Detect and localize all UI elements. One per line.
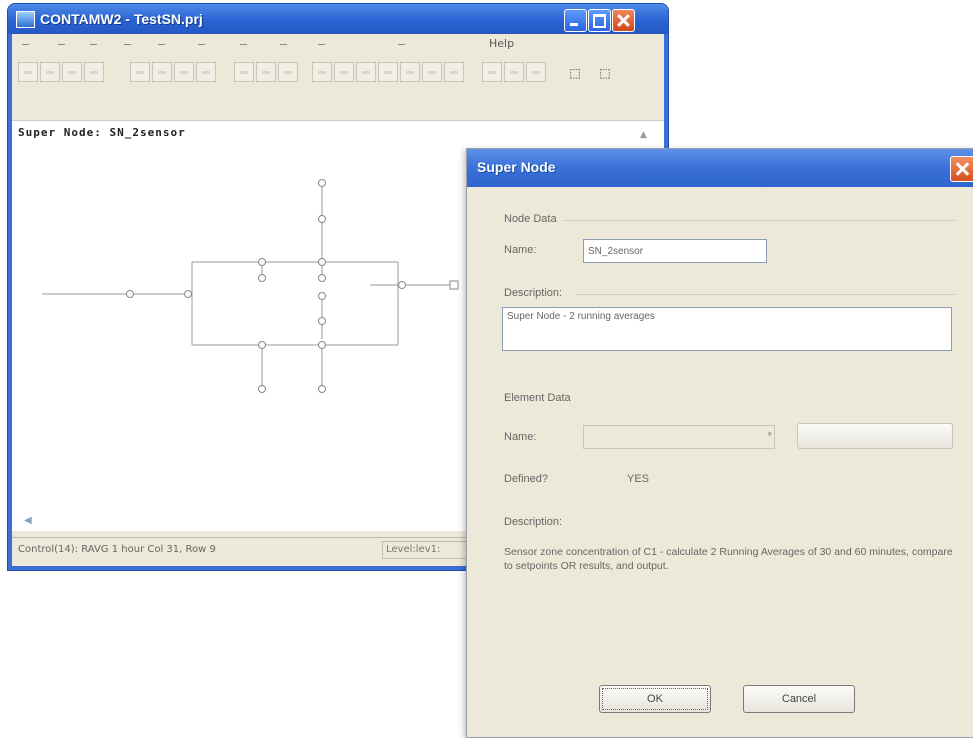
dialog-close-button[interactable]	[950, 156, 973, 182]
defined-value: YES	[627, 473, 650, 485]
diagram-node	[258, 385, 266, 393]
toolbar-button[interactable]	[18, 62, 38, 82]
status-text: Control(14): RAVG 1 hour Col 31, Row 9	[18, 544, 216, 555]
node-data-section-label: Node Data	[504, 213, 557, 225]
ok-button[interactable]: OK	[599, 685, 711, 713]
diagram-node	[318, 292, 326, 300]
defined-label: Defined?	[504, 473, 549, 485]
element-name-combo[interactable]: ▾	[583, 425, 775, 449]
diagram-node	[318, 341, 326, 349]
menu-bar: Help	[12, 34, 664, 56]
app-icon[interactable]	[16, 11, 35, 28]
diagram-node	[318, 179, 326, 187]
menu-item[interactable]	[158, 44, 165, 45]
diagram-node	[318, 385, 326, 393]
toolbar-button[interactable]	[312, 62, 332, 82]
menu-item[interactable]	[280, 44, 287, 45]
toolbar-button[interactable]	[334, 62, 354, 82]
scroll-up-arrow-icon[interactable]: ▲	[640, 130, 647, 140]
element-define-button[interactable]	[797, 423, 953, 449]
menu-item[interactable]	[58, 44, 65, 45]
zoom-in-icon[interactable]: ⬚	[564, 64, 586, 82]
status-level: Level:lev1:	[382, 541, 467, 559]
node-description-label: Description:	[504, 287, 563, 299]
super-node-dialog: Super Node Node Data Name: Description: …	[466, 148, 973, 738]
menu-item[interactable]	[198, 44, 205, 45]
maximize-button[interactable]	[588, 9, 611, 32]
toolbar-button[interactable]	[278, 62, 298, 82]
dialog-title-bar[interactable]: Super Node	[467, 149, 973, 187]
menu-item[interactable]	[124, 44, 131, 45]
toolbar-button[interactable]	[256, 62, 276, 82]
diagram-node	[318, 258, 326, 266]
toolbar-button[interactable]	[504, 62, 524, 82]
toolbar-button[interactable]	[482, 62, 502, 82]
cancel-button[interactable]: Cancel	[743, 685, 855, 713]
main-title-bar[interactable]: CONTAMW2 - TestSN.prj	[8, 4, 668, 34]
diagram-node	[398, 281, 406, 289]
divider	[577, 294, 955, 295]
menu-help[interactable]: Help	[489, 37, 514, 50]
diagram-output-node	[449, 280, 459, 290]
menu-item[interactable]	[398, 44, 405, 45]
diagram-node	[126, 290, 134, 298]
menu-item[interactable]	[318, 44, 325, 45]
super-node-label: Super Node: SN_2sensor	[18, 126, 186, 139]
element-data-section-label: Element Data	[504, 392, 571, 404]
element-description-label: Description:	[504, 516, 563, 528]
toolbar-button[interactable]	[62, 62, 82, 82]
menu-item[interactable]	[22, 44, 29, 45]
toolbar-button[interactable]	[234, 62, 254, 82]
toolbar-button[interactable]	[422, 62, 442, 82]
scroll-left-arrow-icon[interactable]: ◀	[24, 515, 32, 526]
toolbar-button[interactable]	[84, 62, 104, 82]
diagram-node	[318, 274, 326, 282]
divider	[563, 220, 955, 221]
node-name-label: Name:	[504, 244, 537, 256]
diagram-node	[184, 290, 192, 298]
minimize-button[interactable]	[564, 9, 587, 32]
toolbar-button[interactable]	[40, 62, 60, 82]
toolbar-button[interactable]	[400, 62, 420, 82]
menu-item[interactable]	[90, 44, 97, 45]
toolbar-button[interactable]	[526, 62, 546, 82]
zoom-out-icon[interactable]: ⬚	[594, 64, 616, 82]
toolbar-button[interactable]	[130, 62, 150, 82]
element-description-text: Sensor zone concentration of C1 - calcul…	[504, 546, 953, 572]
node-name-field[interactable]	[583, 239, 767, 263]
element-name-label: Name:	[504, 431, 537, 443]
toolbar: ⬚ ⬚	[12, 56, 664, 88]
diagram-node	[258, 341, 266, 349]
diagram-node	[258, 258, 266, 266]
toolbar-button[interactable]	[174, 62, 194, 82]
diagram-node	[318, 317, 326, 325]
toolbar-button[interactable]	[444, 62, 464, 82]
toolbar-button[interactable]	[378, 62, 398, 82]
toolbar-button[interactable]	[152, 62, 172, 82]
dialog-title: Super Node	[477, 159, 556, 175]
main-window-title: CONTAMW2 - TestSN.prj	[40, 11, 203, 27]
toolbar-button[interactable]	[196, 62, 216, 82]
close-button[interactable]	[612, 9, 635, 32]
chevron-down-icon: ▾	[767, 429, 772, 439]
toolbar-button[interactable]	[356, 62, 376, 82]
menu-item[interactable]	[240, 44, 247, 45]
diagram-node	[318, 215, 326, 223]
diagram-node	[258, 274, 266, 282]
node-description-field[interactable]: Super Node - 2 running averages	[502, 307, 952, 351]
